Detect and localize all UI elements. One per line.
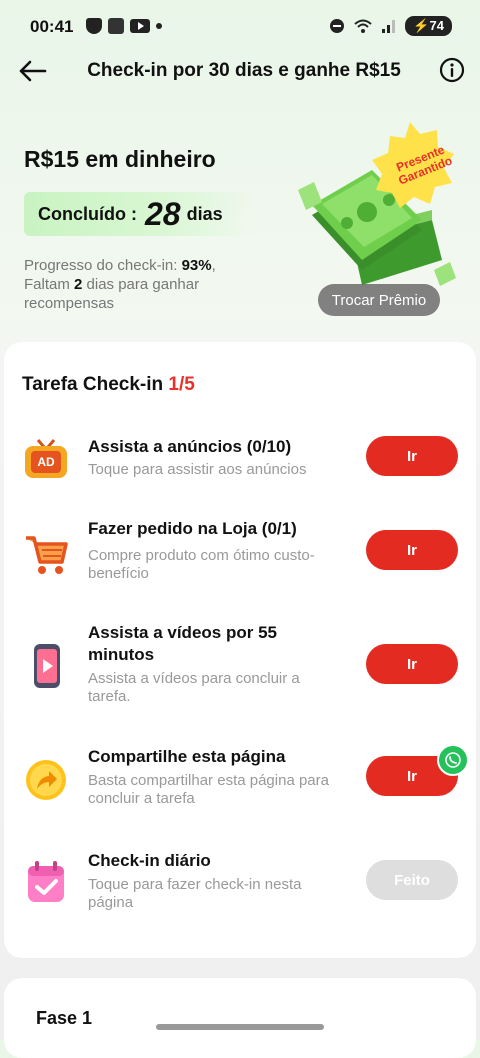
task-name: Compartilhe esta página [88, 747, 286, 766]
video-phone-icon [22, 642, 70, 690]
youtube-icon [130, 19, 150, 33]
remaining-prefix: Faltam [24, 276, 75, 293]
completed-days-pill: Concluído : 28 dias [24, 192, 254, 236]
task-card-title-text: Tarefa Check-in [22, 374, 169, 395]
app-icon [108, 18, 124, 34]
progress-value: 93% [181, 257, 212, 274]
done-button-daily-checkin: Feito [366, 860, 458, 900]
task-row-share-page: Compartilhe esta página Basta compartilh… [4, 744, 476, 816]
shield-icon [86, 18, 102, 34]
phase-card: Fase 1 [4, 978, 476, 1058]
info-button[interactable] [438, 56, 466, 84]
completed-label: Concluído : [38, 203, 137, 224]
task-row-store-order: Fazer pedido na Loja (0/1) Compre produt… [4, 518, 476, 608]
task-card: Tarefa Check-in 1/5 AD Assista a anúncio… [4, 342, 476, 958]
task-row-watch-videos: Assista a vídeos por 55 minutos Assista … [4, 622, 476, 722]
cash-stack-illustration: Presente Garantido [292, 120, 462, 300]
progress-text: Progresso do check-in: 93%, Faltam 2 dia… [24, 256, 264, 313]
task-description: Toque para assistir aos anúncios [88, 461, 307, 478]
go-button-watch-ads[interactable]: Ir [366, 436, 458, 476]
completed-days-count: 28 [144, 195, 181, 232]
nav-bar: Check-in por 30 dias e ganhe R$15 [0, 48, 480, 94]
share-arrow-icon [22, 756, 70, 804]
reward-hero: R$15 em dinheiro Concluído : 28 dias Pro… [0, 120, 480, 340]
progress-prefix: Progresso do check-in: [24, 257, 182, 274]
task-name: Assista a anúncios (0/10) [88, 437, 292, 456]
page-title: Check-in por 30 dias e ganhe R$15 [87, 60, 401, 81]
tv-ad-icon: AD [22, 436, 70, 484]
battery-icon: ⚡74 [405, 16, 452, 36]
reward-title: R$15 em dinheiro [24, 146, 216, 172]
status-icons-right: ⚡74 [329, 16, 452, 36]
task-description: Assista a vídeos para concluir a tarefa. [88, 670, 300, 705]
dnd-icon [330, 19, 345, 33]
status-icons-left [86, 18, 162, 34]
go-button-store-order[interactable]: Ir [366, 530, 458, 570]
whatsapp-icon [437, 744, 469, 776]
task-progress-count: 1/5 [168, 374, 195, 395]
task-row-watch-ads: AD Assista a anúncios (0/10) Toque para … [4, 432, 476, 502]
progress-suffix: , [211, 257, 216, 274]
phase-title: Fase 1 [36, 1008, 93, 1028]
status-time: 00:41 [30, 17, 74, 36]
task-card-title: Tarefa Check-in 1/5 [22, 374, 195, 396]
wifi-icon [354, 19, 373, 33]
calendar-check-icon [22, 858, 70, 906]
battery-level: 74 [429, 18, 444, 33]
task-name: Assista a vídeos por 55 minutos [88, 623, 277, 664]
task-name: Check-in diário [88, 851, 211, 870]
completed-days-unit: dias [186, 203, 223, 224]
info-icon [439, 57, 465, 83]
task-row-daily-checkin: Check-in diário Toque para fazer check-i… [4, 850, 476, 920]
task-name: Fazer pedido na Loja (0/1) [88, 519, 297, 538]
task-description: Basta compartilhar esta página para conc… [88, 772, 329, 807]
go-button-watch-videos[interactable]: Ir [366, 644, 458, 684]
shopping-cart-icon [22, 530, 70, 578]
task-description: Compre produto com ótimo custo-benefício [88, 547, 315, 582]
task-description: Toque para fazer check-in nesta página [88, 876, 302, 911]
tv-ad-label: AD [37, 455, 55, 469]
redeem-prize-button[interactable]: Trocar Prêmio [318, 284, 440, 316]
home-indicator[interactable] [156, 1024, 324, 1030]
dot-icon [156, 23, 162, 29]
signal-icon [382, 20, 396, 33]
